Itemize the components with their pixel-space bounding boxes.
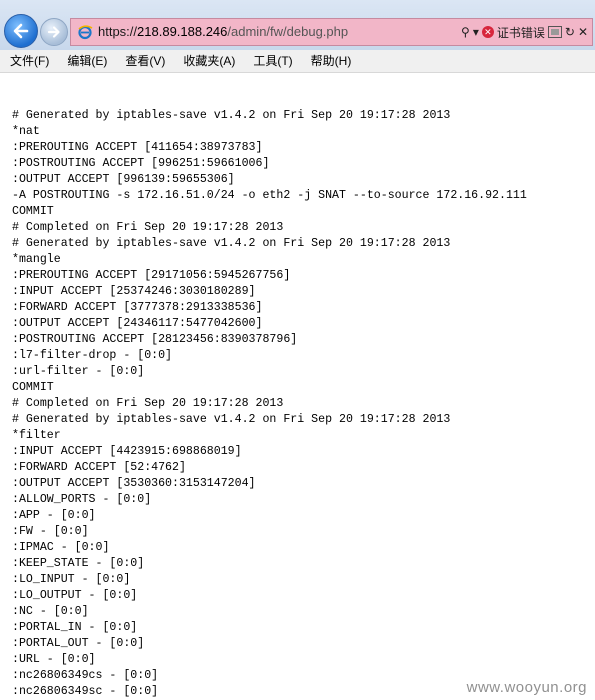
output-line: *mangle bbox=[12, 253, 61, 266]
address-tools: ⚲ ▾ ✕ 证书错误 ↻ ✕ bbox=[461, 23, 588, 41]
ie-page-icon bbox=[78, 25, 93, 40]
output-line: -A POSTROUTING -s 172.16.51.0/24 -o eth2… bbox=[12, 189, 527, 202]
output-line: :LO_OUTPUT - [0:0] bbox=[12, 589, 138, 602]
cert-error-label: 证书错误 bbox=[496, 25, 545, 40]
dropdown-icon[interactable]: ▾ bbox=[473, 25, 479, 39]
output-line: :PREROUTING ACCEPT [411654:38973783] bbox=[12, 141, 263, 154]
watermark: www.wooyun.org bbox=[466, 679, 587, 696]
output-line: :APP - [0:0] bbox=[12, 509, 96, 522]
output-line: :l7-filter-drop - [0:0] bbox=[12, 349, 173, 362]
output-line: # Completed on Fri Sep 20 19:17:28 2013 bbox=[12, 397, 284, 410]
output-line: :OUTPUT ACCEPT [24346117:5477042600] bbox=[12, 317, 263, 330]
output-line: :LO_INPUT - [0:0] bbox=[12, 573, 131, 586]
output-line: # Generated by iptables-save v1.4.2 on F… bbox=[12, 413, 451, 426]
menu-edit[interactable]: 编辑(E) bbox=[58, 50, 116, 72]
url-path: /admin/fw/debug.php bbox=[227, 24, 349, 39]
output-line: :PREROUTING ACCEPT [29171056:5945267756] bbox=[12, 269, 291, 282]
browser-chrome: https://218.89.188.246/admin/fw/debug.ph… bbox=[0, 0, 595, 50]
menu-bar: 文件(F) 编辑(E) 查看(V) 收藏夹(A) 工具(T) 帮助(H) bbox=[0, 50, 595, 73]
output-line: :KEEP_STATE - [0:0] bbox=[12, 557, 145, 570]
output-line: # Generated by iptables-save v1.4.2 on F… bbox=[12, 109, 451, 122]
url-text[interactable]: https://218.89.188.246/admin/fw/debug.ph… bbox=[98, 24, 348, 39]
output-line: COMMIT bbox=[12, 205, 54, 218]
output-line: :url-filter - [0:0] bbox=[12, 365, 145, 378]
output-line: :URL - [0:0] bbox=[12, 653, 96, 666]
cert-error-button[interactable]: ✕ 证书错误 bbox=[481, 24, 545, 41]
menu-view[interactable]: 查看(V) bbox=[116, 50, 174, 72]
output-line: # Generated by iptables-save v1.4.2 on F… bbox=[12, 237, 451, 250]
output-line: *filter bbox=[12, 429, 61, 442]
output-line: :FORWARD ACCEPT [3777378:2913338536] bbox=[12, 301, 263, 314]
back-button[interactable] bbox=[4, 14, 38, 48]
search-icon[interactable]: ⚲ bbox=[461, 25, 470, 39]
forward-button[interactable] bbox=[40, 18, 68, 46]
iptables-output: # Generated by iptables-save v1.4.2 on F… bbox=[12, 108, 527, 700]
arrow-right-icon bbox=[47, 26, 60, 38]
stop-icon[interactable]: ✕ bbox=[578, 25, 588, 39]
page-content: # Generated by iptables-save v1.4.2 on F… bbox=[0, 73, 595, 700]
output-line: :OUTPUT ACCEPT [996139:59655306] bbox=[12, 173, 235, 186]
refresh-icon[interactable]: ↻ bbox=[565, 25, 575, 39]
output-line: COMMIT bbox=[12, 381, 54, 394]
output-line: :nc26806349sc - [0:0] bbox=[12, 685, 159, 698]
output-line: :PORTAL_IN - [0:0] bbox=[12, 621, 138, 634]
output-line: :FW - [0:0] bbox=[12, 525, 89, 538]
output-line: :nc26806349cs - [0:0] bbox=[12, 669, 159, 682]
arrow-left-icon bbox=[13, 23, 29, 39]
output-line: # Completed on Fri Sep 20 19:17:28 2013 bbox=[12, 221, 284, 234]
output-line: :INPUT ACCEPT [4423915:698868019] bbox=[12, 445, 242, 458]
url-host: 218.89.188.246 bbox=[137, 24, 228, 39]
output-line: :POSTROUTING ACCEPT [28123456:8390378796… bbox=[12, 333, 298, 346]
output-line: :POSTROUTING ACCEPT [996251:59661006] bbox=[12, 157, 270, 170]
compat-view-icon[interactable] bbox=[547, 26, 562, 38]
output-line: :INPUT ACCEPT [25374246:3030180289] bbox=[12, 285, 256, 298]
output-line: :IPMAC - [0:0] bbox=[12, 541, 110, 554]
output-line: :PORTAL_OUT - [0:0] bbox=[12, 637, 145, 650]
output-line: :FORWARD ACCEPT [52:4762] bbox=[12, 461, 186, 474]
output-line: :ALLOW_PORTS - [0:0] bbox=[12, 493, 152, 506]
cert-error-icon: ✕ bbox=[481, 26, 494, 38]
menu-favorites[interactable]: 收藏夹(A) bbox=[174, 50, 244, 72]
menu-file[interactable]: 文件(F) bbox=[0, 50, 58, 72]
output-line: :NC - [0:0] bbox=[12, 605, 89, 618]
address-bar[interactable]: https://218.89.188.246/admin/fw/debug.ph… bbox=[70, 18, 593, 46]
menu-tools[interactable]: 工具(T) bbox=[244, 50, 301, 72]
output-line: *nat bbox=[12, 125, 40, 138]
menu-help[interactable]: 帮助(H) bbox=[302, 50, 361, 72]
url-scheme: https:// bbox=[98, 24, 138, 39]
output-line: :OUTPUT ACCEPT [3530360:3153147204] bbox=[12, 477, 256, 490]
